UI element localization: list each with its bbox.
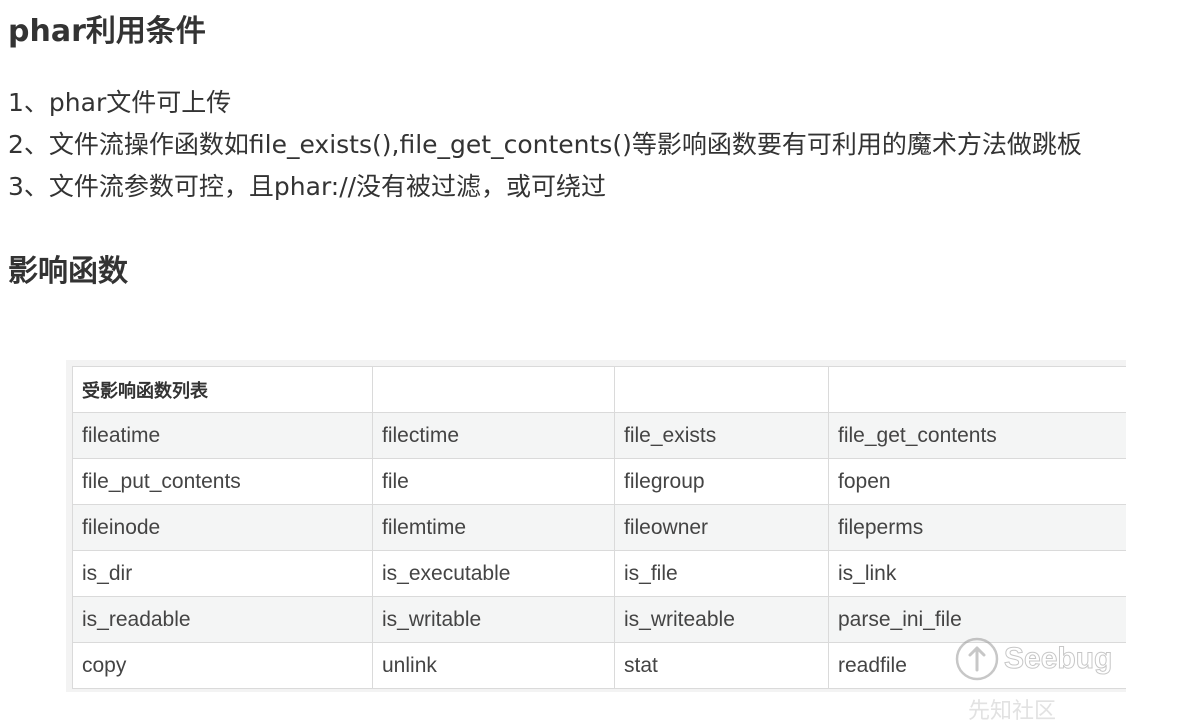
table-cell: stat [614,642,829,689]
table-row: fileinode filemtime fileowner fileperms [72,504,1126,551]
table-cell: is_dir [72,550,373,597]
table-header-cell: 受影响函数列表 [72,366,373,413]
table-cell: fileatime [72,412,373,459]
condition-item: 1、phar文件可上传 [8,88,232,117]
table-header-cell [828,366,1126,413]
table-header-cell [372,366,615,413]
heading-affected-functions: 影响函数 [8,254,128,289]
conditions-list: 1、phar文件可上传 2、文件流操作函数如file_exists(),file… [8,82,1082,208]
table-cell: copy [72,642,373,689]
table-cell: fileperms [828,504,1126,551]
table-row: is_dir is_executable is_file is_link [72,550,1126,597]
seebug-watermark: Seebug [954,636,1113,682]
table-cell: fileinode [72,504,373,551]
table-header-row: 受影响函数列表 [72,366,1126,413]
table-cell: fileowner [614,504,829,551]
table-cell: is_readable [72,596,373,643]
table-cell: is_executable [372,550,615,597]
table-header-cell [614,366,829,413]
heading-phar-conditions: phar利用条件 [8,14,206,49]
table-cell: fopen [828,458,1126,505]
watermark-community: 先知社区 [968,699,1057,724]
table-row: file_put_contents file filegroup fopen [72,458,1126,505]
table-row: fileatime filectime file_exists file_get… [72,412,1126,459]
table-cell: file_get_contents [828,412,1126,459]
table-cell: file [372,458,615,505]
table-cell: is_link [828,550,1126,597]
watermark-brand: Seebug [1003,642,1113,676]
table-cell: is_writeable [614,596,829,643]
table-cell: unlink [372,642,615,689]
table-cell: filemtime [372,504,615,551]
table-cell: is_writable [372,596,615,643]
condition-item: 2、文件流操作函数如file_exists(),file_get_content… [8,130,1082,159]
table-cell: filegroup [614,458,829,505]
table-cell: file_put_contents [72,458,373,505]
condition-item: 3、文件流参数可控，且phar://没有被过滤，或可绕过 [8,172,607,201]
seebug-logo-icon [955,637,999,681]
table-cell: filectime [372,412,615,459]
table-cell: file_exists [614,412,829,459]
table-cell: is_file [614,550,829,597]
